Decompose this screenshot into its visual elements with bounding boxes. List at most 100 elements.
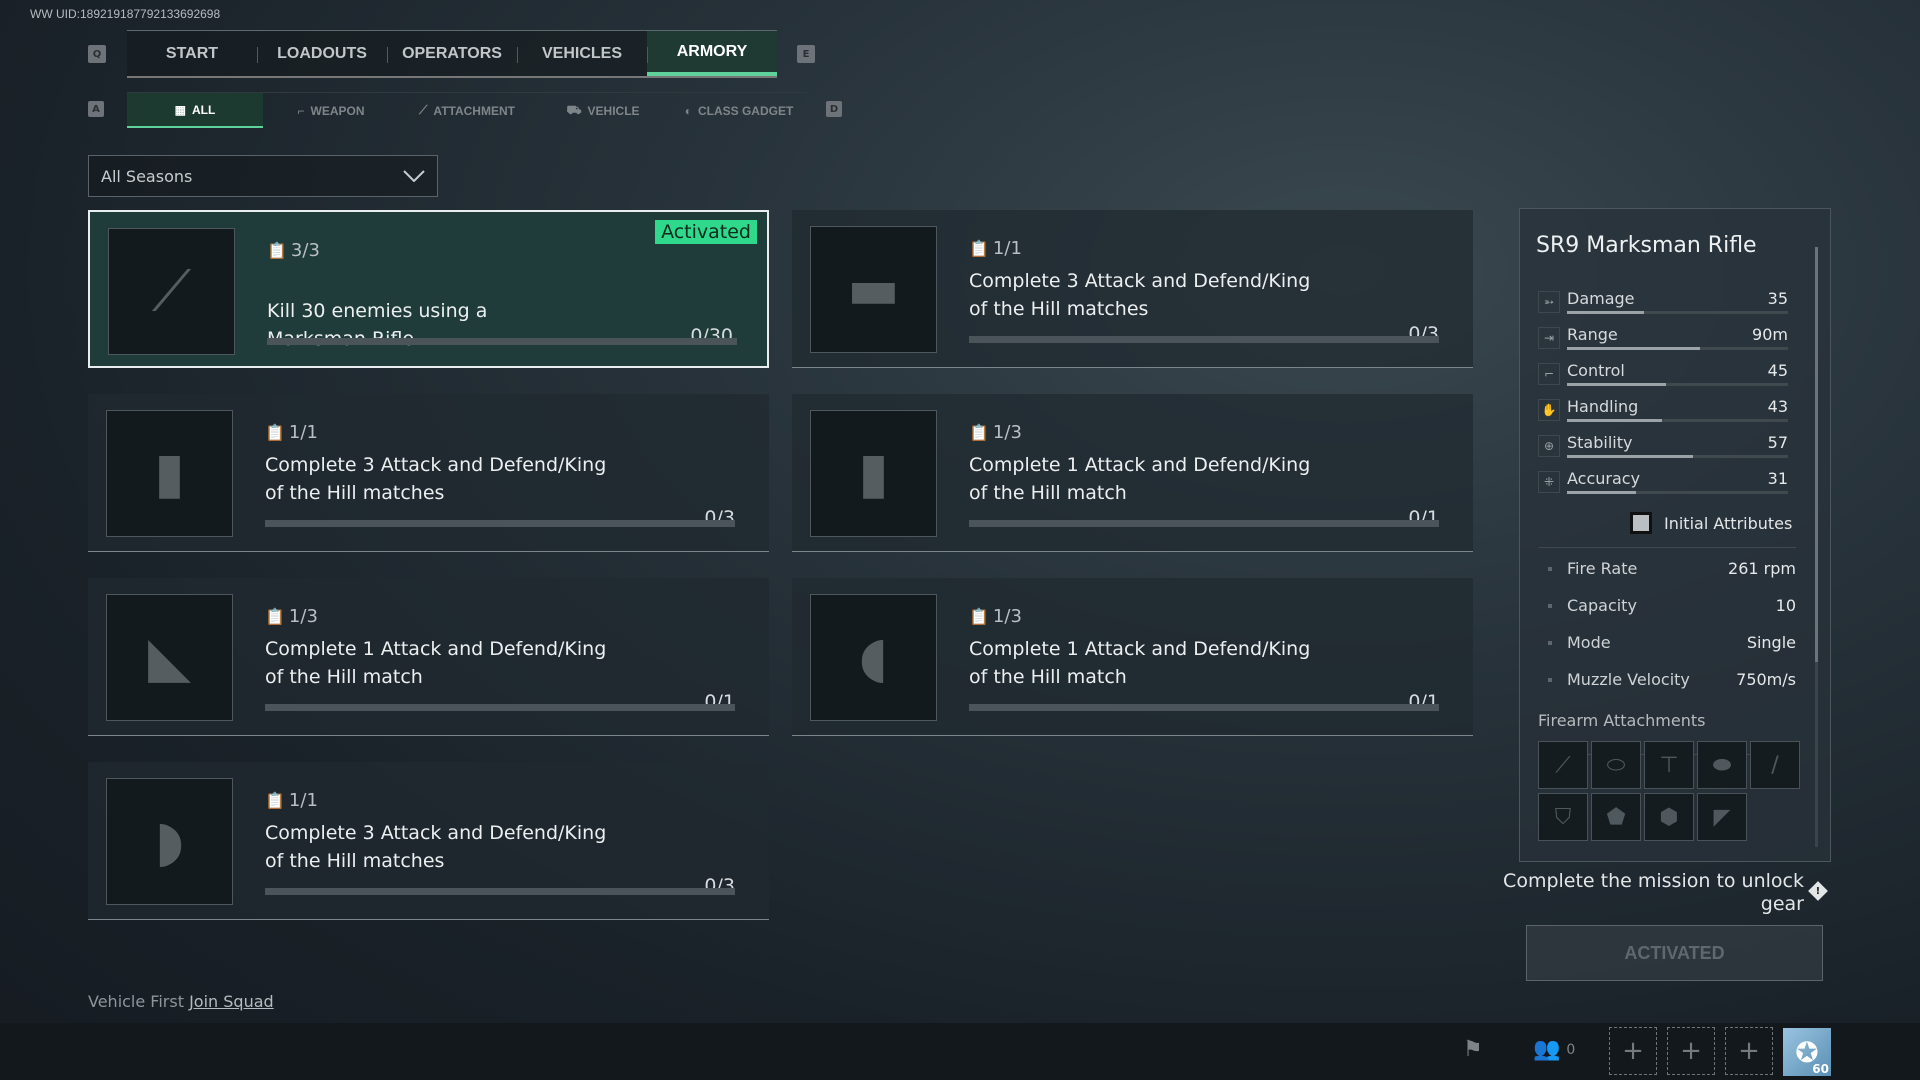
bottom-bar: ⚑ 👥 0 + + + ✪ 60 — [0, 1023, 1920, 1080]
mission-card[interactable]: ▬ 📋 1/1 Complete 3 Attack and Defend/King… — [792, 210, 1473, 368]
join-squad-link[interactable]: Join Squad — [189, 992, 274, 1011]
magazine-thumbnail: ▮ — [106, 410, 233, 537]
gadget-icon: ◐ — [684, 103, 692, 118]
damage-icon: ➳ — [1538, 291, 1560, 313]
stat-value: 35 — [1767, 289, 1788, 308]
squad-button[interactable]: 👥 0 — [1533, 1037, 1575, 1062]
subtab-label: VEHICLE — [587, 103, 640, 118]
user-id: WW UID:189219187792133692698 — [30, 7, 221, 21]
stat-label: Control — [1567, 361, 1625, 380]
mission-card[interactable]: ◗ 📋 1/1 Complete 3 Attack and Defend/King… — [88, 762, 769, 920]
tab-vehicles[interactable]: VEHICLES — [517, 31, 647, 76]
mission-card[interactable]: ▮ 📋 1/1 Complete 3 Attack and Defend/King… — [88, 394, 769, 552]
tab-loadouts[interactable]: LOADOUTS — [257, 31, 387, 76]
mission-card[interactable]: ◣ 📋 1/3 Complete 1 Attack and Defend/King… — [88, 578, 769, 736]
magazine-icon: ▮ — [154, 441, 185, 506]
season-dropdown[interactable]: All Seasons — [88, 155, 438, 197]
attachment-slot[interactable]: ⬭ — [1591, 741, 1641, 789]
add-squad-slot-button[interactable]: + — [1609, 1027, 1657, 1075]
progress-bar — [267, 338, 737, 345]
attachment-slot[interactable]: ◤ — [1697, 793, 1747, 841]
stat-control: ⌐ Control 45 — [1538, 361, 1788, 393]
tab-armory[interactable]: ARMORY — [647, 31, 777, 76]
attachment-slot[interactable]: ⬢ — [1644, 793, 1694, 841]
add-squad-slot-button[interactable]: + — [1667, 1027, 1715, 1075]
player-avatar[interactable]: ✪ 60 — [1783, 1028, 1831, 1076]
flag-icon[interactable]: ⚑ — [1463, 1037, 1483, 1062]
stat-label: Handling — [1567, 397, 1639, 416]
attachments-title: Firearm Attachments — [1538, 711, 1706, 730]
control-icon: ⌐ — [1538, 363, 1560, 385]
attachment-slot[interactable]: ⟋ — [1538, 741, 1588, 789]
stat-value: 43 — [1767, 397, 1788, 416]
clipboard-icon: 📋 — [265, 607, 285, 626]
subtab-weapon[interactable]: ⌐ WEAPON — [263, 93, 399, 128]
add-squad-slot-button[interactable]: + — [1725, 1027, 1773, 1075]
initial-attributes-label: Initial Attributes — [1664, 513, 1793, 533]
count-text: 1/1 — [992, 238, 1022, 259]
subtab-class-gadget[interactable]: ◐ CLASS GADGET — [671, 93, 807, 128]
panel-scrollbar[interactable] — [1815, 247, 1818, 847]
activate-button[interactable]: ACTIVATED — [1526, 925, 1823, 981]
suppressor-thumbnail: ▬ — [810, 226, 937, 353]
squad-icon: 👥 — [1533, 1037, 1561, 1062]
range-icon: ⇥ — [1538, 327, 1560, 349]
suppressor-icon: ▬ — [847, 257, 900, 322]
mission-description: Complete 1 Attack and Defend/King of the… — [969, 638, 1311, 688]
attachment-slot[interactable]: ⊤ — [1644, 741, 1694, 789]
attachment-slot[interactable]: ⬬ — [1697, 741, 1747, 789]
stat-bar — [1567, 419, 1788, 422]
mission-card[interactable]: ⟋ 📋3/3 Kill 30 enemies using a Marksman … — [88, 210, 769, 368]
grip-thumbnail: ◖ — [810, 594, 937, 721]
initial-attributes-toggle[interactable]: Initial Attributes — [1630, 512, 1792, 534]
subtab-label: CLASS GADGET — [697, 103, 794, 118]
subtab-vehicle[interactable]: ⛟ VEHICLE — [535, 93, 671, 128]
mission-count: 📋 1/3 — [969, 606, 1022, 627]
attachment-slot[interactable]: / — [1750, 741, 1800, 789]
subtab-all[interactable]: ▦ ALL — [127, 93, 263, 128]
count-text: 1/3 — [992, 422, 1022, 443]
attachment-slot[interactable]: ⬟ — [1591, 793, 1641, 841]
stat-value: 45 — [1767, 361, 1788, 380]
stat-range: ⇥ Range 90m — [1538, 325, 1788, 357]
season-value: All Seasons — [101, 166, 193, 186]
clipboard-icon: 📋 — [969, 607, 989, 626]
stat-bar — [1567, 383, 1788, 386]
vehicle-first-label: Vehicle First — [88, 992, 184, 1011]
mission-count: 📋 1/1 — [969, 238, 1022, 259]
progress-bar — [969, 336, 1439, 343]
stat-value: 90m — [1752, 325, 1788, 344]
clipboard-icon: 📋 — [969, 239, 989, 258]
stat-stability: ⊕ Stability 57 — [1538, 433, 1788, 465]
spec-value: 750m/s — [1736, 670, 1796, 689]
divider — [1538, 547, 1796, 548]
warning-diamond-icon: ! — [1808, 881, 1828, 901]
mission-description: Complete 3 Attack and Defend/King of the… — [969, 270, 1311, 320]
curved-magazine-thumbnail: ◗ — [106, 778, 233, 905]
tab-start[interactable]: START — [127, 31, 257, 76]
count-text: 1/3 — [288, 606, 318, 627]
spec-label: Muzzle Velocity — [1567, 670, 1690, 689]
stat-label: Damage — [1567, 289, 1635, 308]
tab-operators[interactable]: OPERATORS — [387, 31, 517, 76]
mission-description: Complete 1 Attack and Defend/King of the… — [969, 454, 1311, 504]
stat-bar — [1567, 455, 1788, 458]
key-hint-a: A — [88, 101, 104, 117]
mission-count: 📋 1/1 — [265, 422, 318, 443]
mission-card[interactable]: ◖ 📋 1/3 Complete 1 Attack and Defend/King… — [792, 578, 1473, 736]
progress-bar — [265, 520, 735, 527]
spec-value: 10 — [1775, 596, 1796, 615]
spec-value: 261 rpm — [1728, 559, 1796, 578]
mission-count: 📋 1/1 — [265, 790, 318, 811]
subtab-attachment[interactable]: ⟋ ATTACHMENT — [399, 93, 535, 128]
stat-label: Stability — [1567, 433, 1633, 452]
stat-label: Range — [1567, 325, 1618, 344]
spec-value: Single — [1746, 633, 1796, 652]
count-text: 3/3 — [290, 240, 320, 261]
checkbox[interactable] — [1630, 512, 1652, 534]
mission-card[interactable]: ▮ 📋 1/3 Complete 1 Attack and Defend/King… — [792, 394, 1473, 552]
attachment-slot[interactable]: ⛉ — [1538, 793, 1588, 841]
rifle-icon: ⟋ — [151, 258, 192, 324]
spec-label: Capacity — [1567, 596, 1637, 615]
key-hint-d: D — [826, 101, 842, 117]
